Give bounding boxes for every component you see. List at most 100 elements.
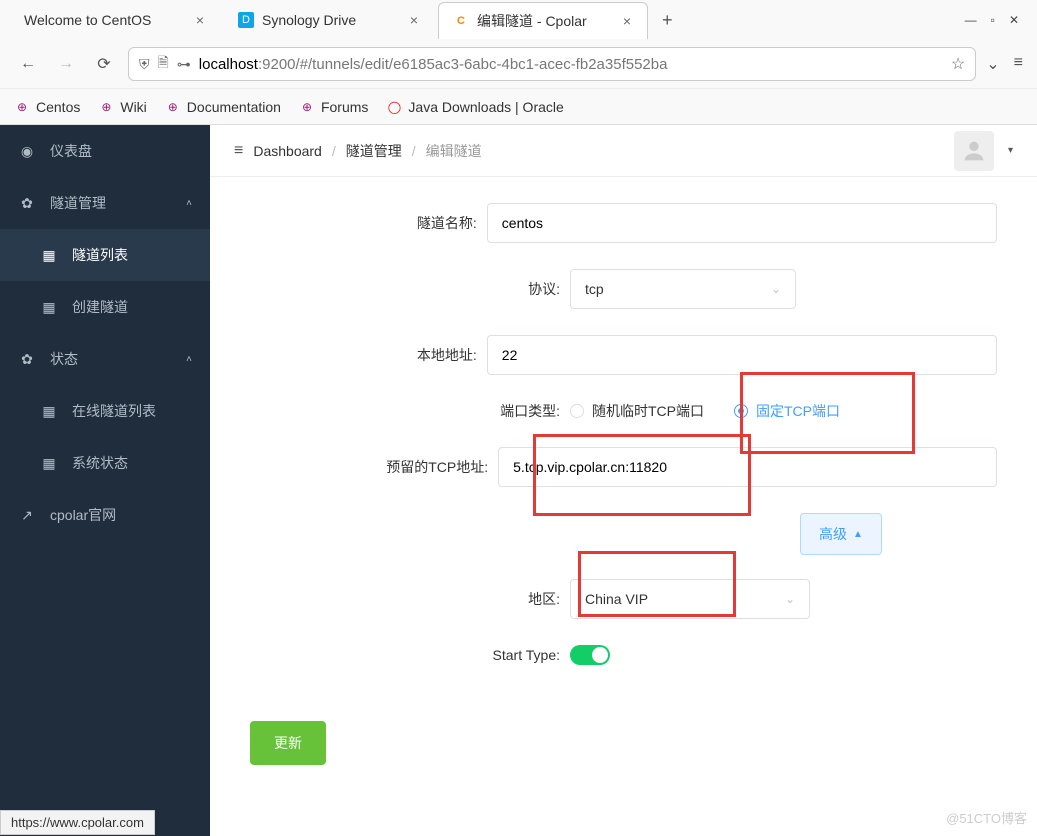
- port-type-fixed-radio[interactable]: 固定TCP端口: [734, 401, 840, 421]
- bookmark-label: Centos: [36, 99, 80, 115]
- bookmark-label: Wiki: [120, 99, 146, 115]
- app: ◉ 仪表盘 ✿ 隧道管理 ˄ ▦ 隧道列表 ▦ 创建隧道 ✿ 状态 ˄ ▦ 在线…: [0, 125, 1037, 836]
- bookmark-java[interactable]: ◯ Java Downloads | Oracle: [386, 99, 563, 115]
- bookmark-star-icon[interactable]: ☆: [951, 54, 965, 74]
- tab-synology[interactable]: D Synology Drive ×: [224, 4, 434, 36]
- reserved-tcp-label: 预留的TCP地址:: [210, 457, 498, 477]
- cpolar-icon: C: [453, 13, 469, 29]
- bookmark-centos[interactable]: ⊕ Centos: [14, 99, 80, 115]
- breadcrumb-root[interactable]: Dashboard: [253, 143, 322, 159]
- port-type-label: 端口类型:: [210, 401, 570, 421]
- reserved-tcp-input[interactable]: [498, 447, 997, 487]
- tab-label: Welcome to CentOS: [24, 12, 186, 28]
- breadcrumb-sep: /: [412, 143, 416, 159]
- bookmark-label: Documentation: [187, 99, 281, 115]
- protocol-value: tcp: [585, 281, 604, 297]
- radio-icon: [570, 404, 584, 418]
- sidebar-item-create-tunnel[interactable]: ▦ 创建隧道: [0, 281, 210, 333]
- main-content: ≡ Dashboard / 隧道管理 / 编辑隧道 ▾ 隧道名称: 协议:: [210, 125, 1037, 836]
- breadcrumb-sep: /: [332, 143, 336, 159]
- sidebar: ◉ 仪表盘 ✿ 隧道管理 ˄ ▦ 隧道列表 ▦ 创建隧道 ✿ 状态 ˄ ▦ 在线…: [0, 125, 210, 836]
- url-text: localhost:9200/#/tunnels/edit/e6185ac3-6…: [199, 56, 943, 73]
- sidebar-item-status[interactable]: ✿ 状态 ˄: [0, 333, 210, 385]
- sidebar-label: 状态: [50, 349, 78, 369]
- advanced-label: 高级: [819, 524, 847, 544]
- sidebar-label: 隧道管理: [50, 193, 106, 213]
- close-icon[interactable]: ×: [621, 13, 633, 29]
- tab-label: 编辑隧道 - Cpolar: [477, 11, 613, 31]
- pocket-icon[interactable]: ⌄: [986, 54, 999, 74]
- browser-chrome: Welcome to CentOS × D Synology Drive × C…: [0, 0, 1037, 125]
- avatar[interactable]: [954, 131, 994, 171]
- forums-icon: ⊕: [299, 99, 315, 115]
- close-icon[interactable]: ×: [194, 12, 206, 28]
- tunnel-name-label: 隧道名称:: [210, 213, 487, 233]
- port-type-random-radio[interactable]: 随机临时TCP端口: [570, 401, 704, 421]
- close-window-button[interactable]: ✕: [1009, 13, 1019, 27]
- chevron-down-icon[interactable]: ▾: [1008, 145, 1013, 156]
- start-type-toggle[interactable]: [570, 645, 610, 665]
- tab-centos[interactable]: Welcome to CentOS ×: [10, 4, 220, 36]
- breadcrumb: Dashboard / 隧道管理 / 编辑隧道: [253, 141, 481, 161]
- list-icon: ▦: [40, 247, 58, 264]
- sidebar-item-system-status[interactable]: ▦ 系统状态: [0, 437, 210, 489]
- system-icon: ▦: [40, 455, 58, 472]
- forward-button[interactable]: →: [52, 50, 80, 78]
- topbar: ≡ Dashboard / 隧道管理 / 编辑隧道 ▾: [210, 125, 1037, 177]
- wiki-icon: ⊕: [98, 99, 114, 115]
- synology-icon: D: [238, 12, 254, 28]
- key-icon: ⊶: [177, 56, 191, 73]
- breadcrumb-current: 编辑隧道: [426, 141, 482, 161]
- tunnel-name-input[interactable]: [487, 203, 997, 243]
- local-addr-input[interactable]: [487, 335, 997, 375]
- back-button[interactable]: ←: [14, 50, 42, 78]
- bookmark-label: Java Downloads | Oracle: [408, 99, 563, 115]
- sidebar-item-tunnel-mgmt[interactable]: ✿ 隧道管理 ˄: [0, 177, 210, 229]
- bookmark-forums[interactable]: ⊕ Forums: [299, 99, 368, 115]
- sidebar-label: 在线隧道列表: [72, 401, 156, 421]
- sidebar-item-tunnel-list[interactable]: ▦ 隧道列表: [0, 229, 210, 281]
- advanced-toggle-button[interactable]: 高级 ▲: [800, 513, 882, 555]
- status-bar: https://www.cpolar.com: [0, 810, 155, 835]
- sidebar-label: 仪表盘: [50, 141, 92, 161]
- bookmark-wiki[interactable]: ⊕ Wiki: [98, 99, 146, 115]
- watermark: @51CTO博客: [946, 808, 1027, 827]
- sidebar-label: 隧道列表: [72, 245, 128, 265]
- local-addr-label: 本地地址:: [210, 345, 487, 365]
- app-menu-icon[interactable]: ≡: [1014, 54, 1023, 74]
- chevron-up-icon: ˄: [186, 198, 192, 209]
- minimize-button[interactable]: —: [965, 13, 977, 27]
- sidebar-item-online-tunnels[interactable]: ▦ 在线隧道列表: [0, 385, 210, 437]
- sidebar-label: 系统状态: [72, 453, 128, 473]
- region-select[interactable]: China VIP ⌄: [570, 579, 810, 619]
- reload-button[interactable]: ⟳: [90, 50, 118, 78]
- tunnel-icon: ✿: [18, 195, 36, 212]
- protocol-select[interactable]: tcp ⌄: [570, 269, 796, 309]
- centos-icon: ⊕: [14, 99, 30, 115]
- tab-cpolar[interactable]: C 编辑隧道 - Cpolar ×: [438, 2, 648, 39]
- chevron-down-icon: ⌄: [785, 592, 795, 606]
- radio-label: 固定TCP端口: [756, 401, 840, 421]
- dashboard-icon: ◉: [18, 143, 36, 160]
- shield-icon: ⛨: [139, 56, 150, 73]
- chevron-up-icon: ˄: [186, 354, 192, 365]
- tunnel-form: 隧道名称: 协议: tcp ⌄ 本地地址: 端口类型: 随机临时T: [210, 177, 1037, 805]
- page-icon: 🗎: [158, 52, 169, 76]
- bookmark-documentation[interactable]: ⊕ Documentation: [165, 99, 281, 115]
- sidebar-item-cpolar-site[interactable]: ↗ cpolar官网: [0, 489, 210, 541]
- chevron-down-icon: ⌄: [771, 282, 781, 296]
- hamburger-icon[interactable]: ≡: [234, 142, 243, 160]
- status-icon: ✿: [18, 351, 36, 368]
- tab-label: Synology Drive: [262, 12, 400, 28]
- chevron-up-icon: ▲: [853, 529, 863, 540]
- maximize-button[interactable]: ▫: [991, 13, 995, 27]
- update-button[interactable]: 更新: [250, 721, 326, 765]
- bookmark-label: Forums: [321, 99, 368, 115]
- close-icon[interactable]: ×: [408, 12, 420, 28]
- sidebar-item-dashboard[interactable]: ◉ 仪表盘: [0, 125, 210, 177]
- breadcrumb-mid[interactable]: 隧道管理: [346, 141, 402, 161]
- url-bar[interactable]: ⛨ 🗎 ⊶ localhost:9200/#/tunnels/edit/e618…: [128, 47, 976, 81]
- region-value: China VIP: [585, 591, 648, 607]
- new-tab-button[interactable]: +: [652, 4, 683, 37]
- online-icon: ▦: [40, 403, 58, 420]
